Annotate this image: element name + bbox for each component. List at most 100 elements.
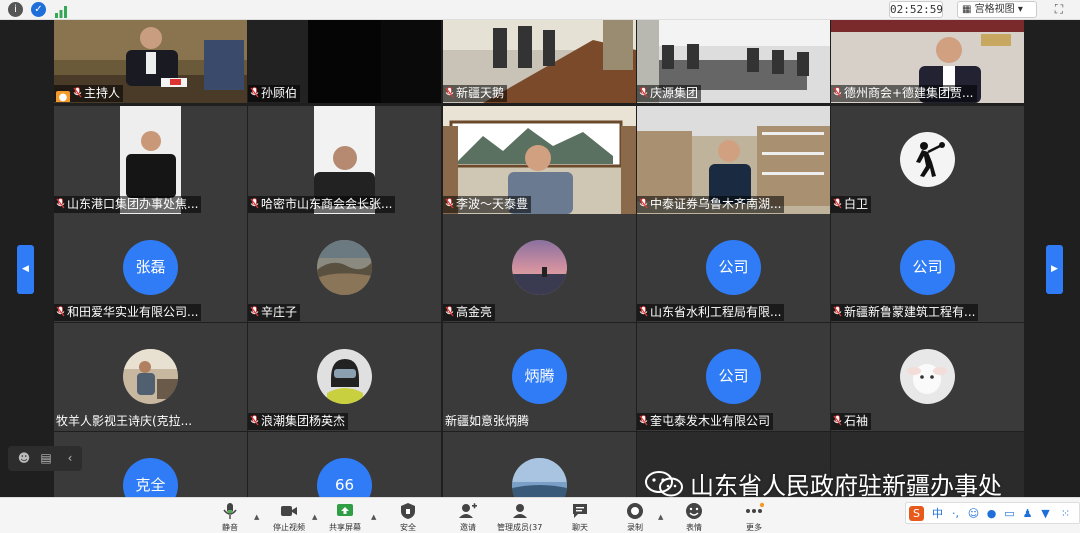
microphone-muted-icon (639, 87, 648, 98)
participant-tile[interactable]: 辛庄子 (248, 214, 441, 322)
participant-name: 浪潮集团杨英杰 (248, 413, 349, 430)
microphone-muted-icon (73, 87, 82, 98)
members-icon (497, 501, 543, 521)
participant-name: 白卫 (831, 196, 872, 213)
toolbar-label: 静音 (222, 523, 238, 531)
skin-icon[interactable]: ♟ (1020, 506, 1035, 521)
participant-name-text: 德州商会+德建集团贾... (844, 86, 974, 100)
avatar: 66 (317, 458, 372, 497)
participant-tile[interactable]: 李波～天泰豊 (443, 106, 636, 214)
participant-name-text: 石袖 (844, 414, 869, 428)
toolbar-share-screen-button[interactable]: 共享屏幕 (322, 501, 368, 533)
participant-tile[interactable]: 哈密市山东商会会长张... (248, 106, 441, 214)
participant-name-text: 奎屯泰发木业有限公司 (650, 414, 771, 428)
ime-lang[interactable]: 中 (930, 506, 945, 521)
participant-tile[interactable]: 公司新疆新鲁蒙建筑工程有... (831, 214, 1024, 322)
microphone-muted-icon (639, 415, 648, 426)
toolbar-more-button[interactable]: 更多 (731, 501, 777, 533)
punct-icon[interactable]: ·, (948, 506, 963, 521)
participant-tile[interactable]: ● 主持人 (54, 20, 247, 103)
microphone-muted-icon (250, 87, 259, 98)
participant-tile[interactable]: 高金亮 (443, 214, 636, 322)
toolbar-microphone-button[interactable]: 静音 (207, 501, 253, 533)
participant-name-text: 辛庄子 (261, 305, 298, 319)
toolbar-chat-button[interactable]: 聊天 (557, 501, 603, 533)
toolbar-emoji-button[interactable]: 表情 (671, 501, 717, 533)
wechat-logo-icon (645, 471, 683, 497)
microphone-muted-icon (833, 87, 842, 98)
invite-icon (445, 501, 491, 521)
participant-tile[interactable]: 公司 山东省水利工程局有限... (637, 214, 830, 322)
keyboard-icon[interactable]: ▭ (1002, 506, 1017, 521)
microphone-muted-icon (833, 415, 842, 426)
participant-tile[interactable]: 新疆天鹅 (443, 20, 636, 103)
participant-tile[interactable]: 张磊和田爱华实业有限公司... (54, 214, 247, 322)
participant-name-text: 和田爱华实业有限公司... (67, 305, 199, 319)
participant-tile[interactable]: 德州商会+德建集团贾... (831, 20, 1024, 103)
participant-name-text: 新疆天鹅 (456, 86, 505, 100)
microphone-muted-icon (250, 198, 259, 209)
smile-icon[interactable]: ☺ (966, 506, 981, 521)
participant-name-text: 庆源集团 (650, 86, 699, 100)
participant-tile[interactable]: 白卫 (831, 106, 1024, 214)
grid-menu-icon[interactable]: ⁙ (1058, 506, 1073, 521)
figure-icon (900, 132, 955, 187)
share-screen-icon (322, 501, 368, 521)
chevron-up-icon[interactable]: ▲ (254, 513, 262, 521)
toolbar-label: 聊天 (572, 523, 588, 531)
chat-icon[interactable]: ▤ (38, 450, 54, 466)
participant-tile[interactable]: 公司 奎屯泰发木业有限公司 (637, 323, 830, 431)
avatar: 克全 (123, 458, 178, 497)
participant-tile[interactable]: 石袖 (831, 323, 1024, 431)
microphone-icon (207, 501, 253, 521)
participant-name-text: 新疆新鲁蒙建筑工程有... (844, 305, 976, 319)
participant-tile[interactable]: 克全 (54, 432, 247, 497)
toolbar-record-button[interactable]: 录制 (612, 501, 658, 533)
toolbar-invite-button[interactable]: 邀请 (445, 501, 491, 533)
meeting-window: i ✓ 02:52:59 ▦ 宫格视图 ▾ ⛶ ● 主持人 孙顾伯 新疆天鹅 庆源集团 德… (0, 0, 1080, 533)
participant-tile[interactable]: 牧羊人影视王诗庆(克拉... (54, 323, 247, 431)
shield-icon[interactable]: ✓ (31, 2, 46, 17)
participant-name: 辛庄子 (248, 304, 301, 321)
signal-icon[interactable] (54, 3, 68, 18)
toolbar-members-button[interactable]: 管理成员(37) (497, 501, 543, 533)
participant-tile[interactable]: 中泰证券乌鲁木齐南湖... (637, 106, 830, 214)
toolbar-camera-button[interactable]: 停止视频 (266, 501, 312, 533)
participant-name: 高金亮 (443, 304, 496, 321)
fullscreen-icon[interactable]: ⛶ (1050, 1, 1068, 18)
more-icon (731, 501, 777, 521)
participant-name-text: 山东省水利工程局有限... (650, 305, 782, 319)
info-icon[interactable]: i (8, 2, 23, 17)
avatar: 张磊 (123, 240, 178, 295)
chevron-up-icon[interactable]: ▲ (312, 513, 320, 521)
view-mode-button[interactable]: ▦ 宫格视图 ▾ (957, 1, 1037, 18)
sunset-icon (512, 240, 567, 295)
camera-icon (266, 501, 312, 521)
top-bar: i ✓ 02:52:59 ▦ 宫格视图 ▾ ⛶ (0, 0, 1080, 20)
participant-name: 哈密市山东商会会长张... (248, 196, 396, 213)
participant-tile[interactable]: 浪潮集团杨英杰 (248, 323, 441, 431)
toolbar-label: 录制 (627, 523, 643, 531)
participant-name: 石袖 (831, 413, 872, 430)
toolbar-shield-button[interactable]: 安全 (385, 501, 431, 533)
next-page-button[interactable]: ▶ (1046, 245, 1063, 294)
participant-tile[interactable]: 炳腾 新疆如意张炳腾 (443, 323, 636, 431)
participant-tile[interactable]: 孙顾伯 (248, 20, 441, 103)
chevron-up-icon[interactable]: ▲ (658, 513, 666, 521)
microphone-muted-icon (639, 306, 648, 317)
participant-tile[interactable]: 66 (248, 432, 441, 497)
chevron-up-icon[interactable]: ▲ (371, 513, 379, 521)
prev-page-button[interactable]: ◀ (17, 245, 34, 294)
chevron-left-icon[interactable]: ‹ (62, 450, 78, 466)
shirt-icon[interactable]: ▼ (1038, 506, 1053, 521)
participant-tile[interactable]: 庆源集团 (637, 20, 830, 103)
participant-tile[interactable]: 山东港口集团办事处焦... (54, 106, 247, 214)
chat-icon (557, 501, 603, 521)
microphone-icon[interactable]: ● (984, 506, 999, 521)
participant-tile[interactable] (443, 432, 636, 497)
sogou-icon[interactable]: S (909, 506, 924, 521)
grid-icon: ▦ (962, 4, 972, 15)
participant-name-text: 山东港口集团办事处焦... (67, 197, 199, 211)
emoji-icon[interactable]: ☻ (16, 450, 32, 466)
avatar: 公司 (900, 240, 955, 295)
